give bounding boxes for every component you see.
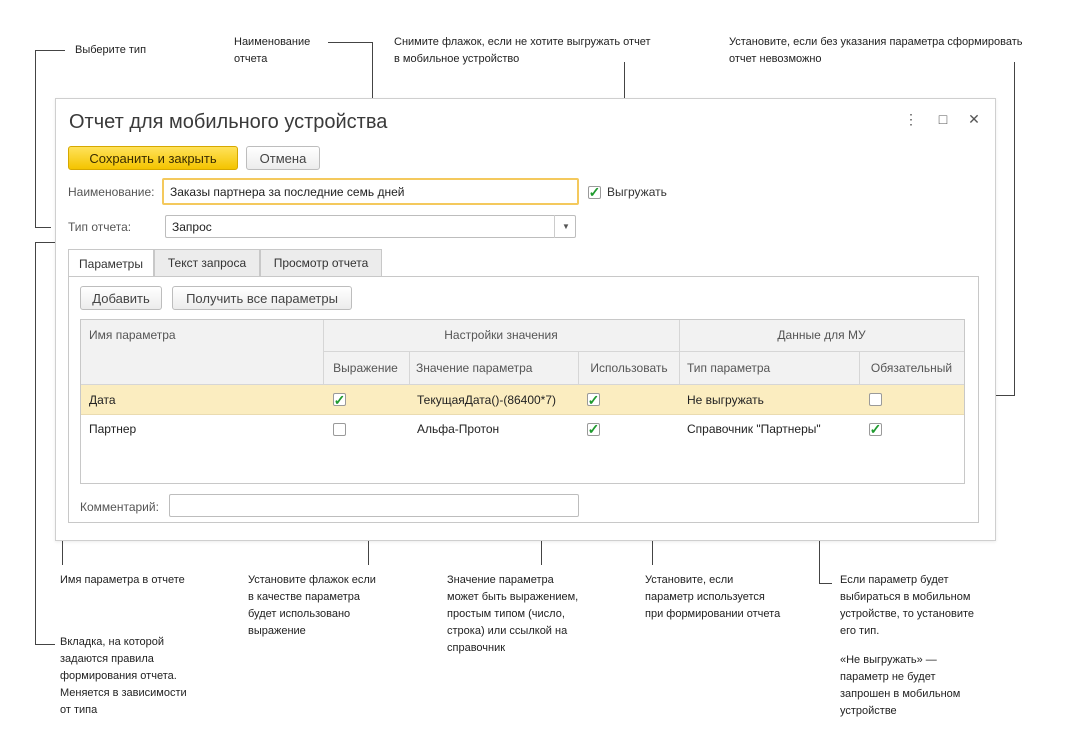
row-use-checkbox[interactable]: ✓: [587, 415, 600, 443]
row-use-checkbox[interactable]: ✓: [587, 385, 600, 414]
check-icon: ✓: [333, 391, 346, 408]
row-param-name: Партнер: [89, 422, 137, 436]
annotation-value: Значение параметра может быть выражением…: [447, 574, 579, 654]
type-label: Тип отчета:: [68, 220, 132, 234]
annotation-name: Наименование отчета: [234, 36, 311, 65]
check-icon: ✓: [587, 391, 600, 408]
export-checkbox[interactable]: ✓ Выгружать: [588, 185, 667, 199]
type-select[interactable]: Запрос: [165, 215, 576, 238]
annotation-no-export: «Не выгружать» — параметр не будет запро…: [840, 654, 961, 717]
more-menu-icon[interactable]: ⋮: [902, 111, 920, 128]
annotation-required: Установите, если без указания параметра …: [729, 36, 1023, 65]
row-expression-checkbox[interactable]: [333, 415, 346, 443]
group-header-value-settings: Настройки значения: [444, 328, 558, 342]
row-param-type: Не выгружать: [687, 392, 764, 407]
tab-report-preview[interactable]: Просмотр отчета: [260, 249, 382, 276]
chevron-down-icon[interactable]: ▼: [554, 215, 577, 238]
comment-label: Комментарий:: [80, 500, 159, 514]
row-required-checkbox[interactable]: ✓: [869, 415, 882, 443]
check-icon: ✓: [869, 421, 882, 437]
get-all-params-button[interactable]: Получить все параметры: [172, 286, 352, 310]
annotation-tab: Вкладка, на которой задаются правила фор…: [60, 636, 187, 716]
export-check-icon: ✓: [588, 184, 601, 200]
tab-query-text[interactable]: Текст запроса: [154, 249, 260, 276]
row-param-value: ТекущаяДата()-(86400*7): [417, 392, 557, 407]
save-and-close-button[interactable]: Сохранить и закрыть: [68, 146, 238, 170]
row-param-name: Дата: [89, 392, 116, 407]
row-param-type: Справочник "Партнеры": [687, 422, 821, 436]
annotation-export: Снимите флажок, если не хотите выгружать…: [394, 36, 651, 65]
col-header-name[interactable]: Имя параметра: [89, 320, 176, 350]
annotation-use: Установите, если параметр используется п…: [645, 574, 781, 620]
name-field[interactable]: Заказы партнера за последние семь дней: [162, 178, 579, 205]
row-param-value: Альфа-Протон: [417, 422, 500, 436]
row-expression-checkbox[interactable]: ✓: [333, 385, 346, 414]
annotation-type: Выберите тип: [75, 44, 147, 56]
add-button[interactable]: Добавить: [80, 286, 162, 310]
maximize-icon[interactable]: □: [934, 111, 952, 127]
report-window: Отчет для мобильного устройства ⋮ □ ✕ Со…: [55, 98, 996, 541]
annotation-expression: Установите флажок если в качестве параме…: [248, 574, 376, 637]
name-label: Наименование:: [68, 185, 155, 199]
table-row[interactable]: [81, 415, 964, 443]
window-title: Отчет для мобильного устройства: [69, 111, 388, 133]
col-header-param-type[interactable]: Тип параметра: [687, 352, 770, 384]
cancel-button[interactable]: Отмена: [246, 146, 320, 170]
col-header-value[interactable]: Значение параметра: [416, 352, 532, 384]
col-header-required[interactable]: Обязательный: [859, 352, 964, 384]
type-select-value: Запрос: [172, 219, 212, 234]
row-required-checkbox[interactable]: [869, 385, 882, 414]
col-header-use[interactable]: Использовать: [579, 352, 679, 384]
comment-field[interactable]: [169, 494, 579, 517]
check-icon: ✓: [587, 421, 600, 437]
tab-parameters[interactable]: Параметры: [68, 249, 154, 277]
annotation-param-type: Если параметр будет выбираться в мобильн…: [840, 574, 974, 637]
col-header-expression[interactable]: Выражение: [323, 352, 408, 384]
parameters-table: Имя параметра Настройки значения Данные …: [80, 319, 965, 484]
group-header-mu-data: Данные для МУ: [777, 328, 866, 342]
annotation-param-name: Имя параметра в отчете: [60, 574, 185, 586]
close-icon[interactable]: ✕: [965, 111, 983, 128]
export-label: Выгружать: [607, 185, 667, 199]
